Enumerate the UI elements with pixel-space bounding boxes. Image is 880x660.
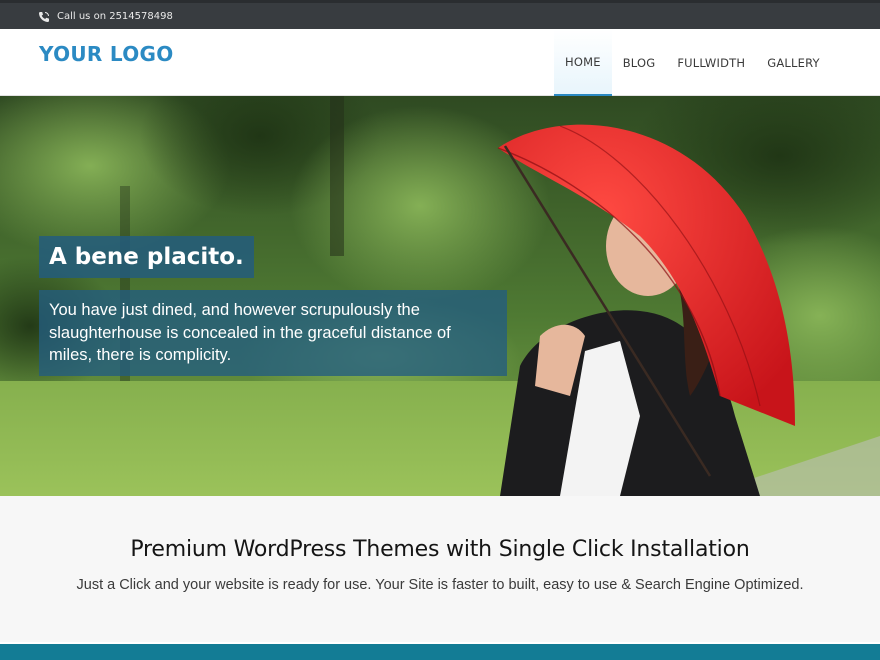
intro-section: Premium WordPress Themes with Single Cli…: [0, 496, 880, 642]
top-contact-bar: Call us on 2514578498: [0, 0, 880, 29]
hero-slider: A bene placito. You have just dined, and…: [0, 96, 880, 496]
site-logo[interactable]: YOUR LOGO: [39, 42, 174, 66]
hero-caption-title: A bene placito.: [39, 236, 254, 278]
bottom-accent-bar: [0, 644, 880, 660]
nav-item-home[interactable]: HOME: [554, 29, 612, 96]
site-header: YOUR LOGO HOME BLOG FULLWIDTH GALLERY: [0, 29, 880, 96]
nav-item-gallery[interactable]: GALLERY: [756, 29, 831, 96]
intro-heading: Premium WordPress Themes with Single Cli…: [130, 537, 750, 562]
intro-text: Just a Click and your website is ready f…: [76, 577, 804, 593]
nav-item-blog[interactable]: BLOG: [612, 29, 667, 96]
phone-icon: [38, 10, 50, 22]
phone-number-text: Call us on 2514578498: [57, 10, 173, 22]
main-navigation: HOME BLOG FULLWIDTH GALLERY: [554, 29, 831, 96]
hero-caption-text: You have just dined, and however scrupul…: [39, 290, 507, 376]
nav-item-fullwidth[interactable]: FULLWIDTH: [666, 29, 756, 96]
